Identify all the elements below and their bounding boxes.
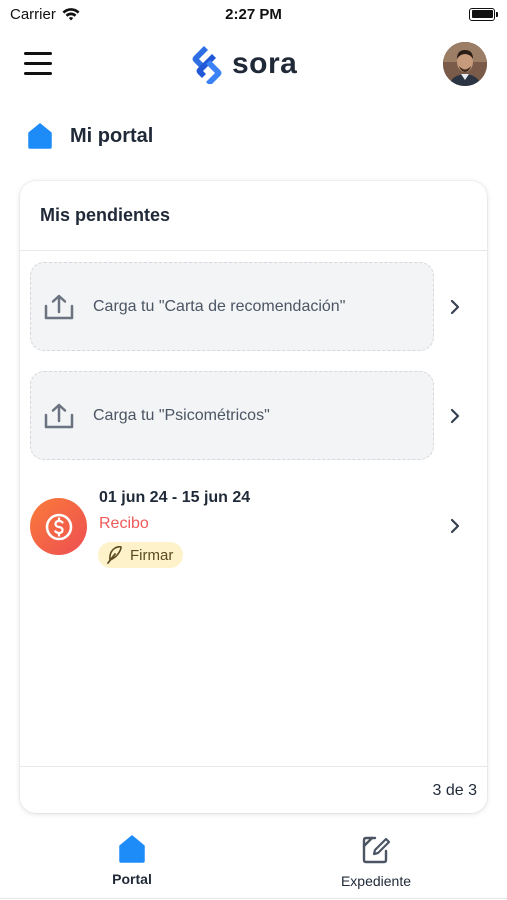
tab-portal-label: Portal: [112, 871, 152, 887]
sora-logo: sora: [190, 44, 297, 84]
home-icon: [28, 123, 52, 149]
status-bar: Carrier 2:27 PM: [0, 0, 507, 28]
document-edit-icon: [362, 836, 391, 864]
divider: [20, 250, 487, 251]
pendientes-card: Mis pendientes Carga tu "Carta de recome…: [20, 181, 487, 813]
bottom-nav: Portal Expediente: [0, 825, 507, 900]
upload-icon: [44, 294, 74, 319]
card-title: Mis pendientes: [40, 205, 171, 225]
receipt-type: Recibo: [99, 515, 149, 532]
chevron-right-icon[interactable]: [448, 517, 462, 535]
receipt-item[interactable]: 01 jun 24 - 15 jun 24 Recibo Firmar: [20, 481, 487, 581]
sign-button[interactable]: Firmar: [98, 542, 184, 568]
chevron-right-icon[interactable]: [448, 407, 462, 425]
carrier-label: Carrier: [10, 5, 56, 23]
upload-item-label: Carga tu "Psicométricos": [93, 406, 270, 424]
pagination-label: 3 de 3: [432, 782, 477, 799]
sign-button-label: Firmar: [130, 546, 174, 564]
tab-portal[interactable]: Portal: [106, 835, 158, 887]
battery-icon: [469, 7, 498, 21]
hamburger-menu-button[interactable]: [24, 52, 52, 76]
chevron-right-icon[interactable]: [448, 298, 462, 316]
upload-item-label: Carga tu "Carta de recomendación": [93, 297, 346, 315]
home-icon: [119, 835, 145, 863]
page-title-row: Mi portal: [28, 123, 153, 149]
upload-icon: [44, 403, 74, 428]
logo-text: sora: [232, 47, 298, 80]
sora-logo-icon: [192, 46, 222, 84]
upload-item-psicometricos[interactable]: Carga tu "Psicométricos": [30, 371, 434, 460]
receipt-date-range: 01 jun 24 - 15 jun 24: [99, 489, 251, 506]
app-header: sora: [0, 36, 507, 94]
divider: [20, 766, 487, 767]
tab-expediente-label: Expediente: [340, 873, 412, 889]
feather-pen-icon: [107, 546, 122, 564]
page-title: Mi portal: [70, 124, 154, 147]
upload-item-carta[interactable]: Carga tu "Carta de recomendación": [30, 262, 434, 351]
dollar-coin-icon: [30, 498, 87, 555]
bottom-divider: [0, 898, 507, 899]
tab-expediente[interactable]: Expediente: [334, 835, 418, 889]
status-left: Carrier: [10, 6, 80, 23]
wifi-icon: [62, 7, 80, 20]
user-avatar[interactable]: [443, 42, 487, 86]
